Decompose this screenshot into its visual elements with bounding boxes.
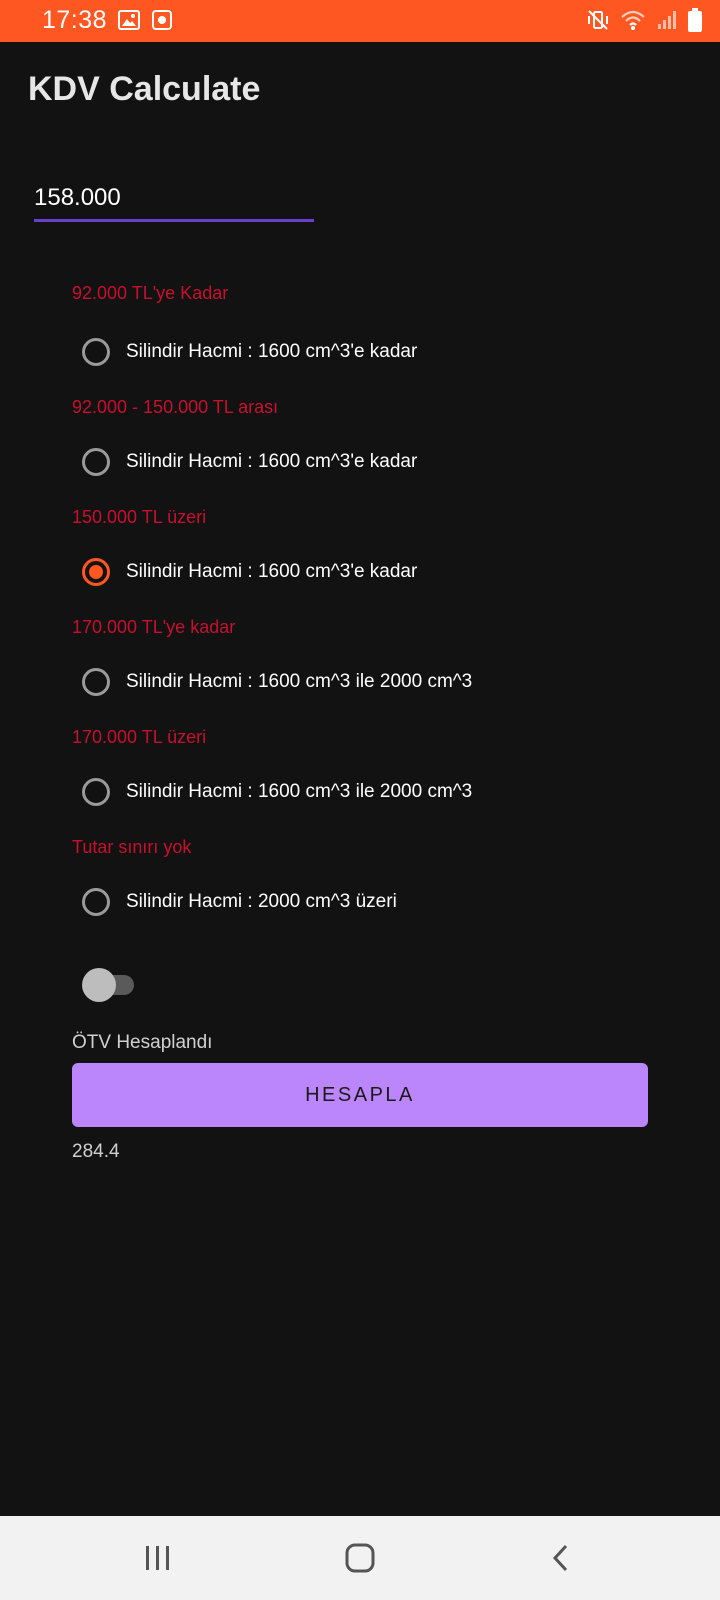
radio-button-checked[interactable] xyxy=(82,558,110,586)
group-label-4: 170.000 TL'ye kadar xyxy=(72,617,236,637)
amount-input[interactable] xyxy=(34,180,314,222)
radio-option-5[interactable]: Silindir Hacmi : 1600 cm^3 ile 2000 cm^3 xyxy=(82,774,472,810)
mute-vibrate-icon xyxy=(586,8,610,37)
radio-label: Silindir Hacmi : 1600 cm^3 ile 2000 cm^3 xyxy=(126,781,473,802)
app-screen: 17:38 KDV Calculate 158.000 92.000 TL'ye… xyxy=(0,0,720,1600)
radio-label: Silindir Hacmi : 1600 cm^3'e kadar xyxy=(126,451,418,472)
radio-option-3[interactable]: Silindir Hacmi : 1600 cm^3'e kadar xyxy=(82,554,417,590)
radio-button[interactable] xyxy=(82,778,110,806)
radio-label: Silindir Hacmi : 1600 cm^3'e kadar xyxy=(126,561,418,582)
status-bar: 17:38 xyxy=(0,0,720,42)
image-icon xyxy=(118,10,140,35)
radio-option-2[interactable]: Silindir Hacmi : 1600 cm^3'e kadar xyxy=(82,444,417,480)
status-right-icons xyxy=(586,8,702,37)
home-icon[interactable] xyxy=(340,1538,380,1578)
status-left-icons xyxy=(118,10,172,35)
radio-label: Silindir Hacmi : 1600 cm^3 ile 2000 cm^3 xyxy=(126,671,473,692)
radio-button[interactable] xyxy=(82,668,110,696)
navigation-bar xyxy=(0,1516,720,1600)
radio-button[interactable] xyxy=(82,448,110,476)
wifi-icon xyxy=(620,9,646,36)
radio-button[interactable] xyxy=(82,888,110,916)
group-label-3: 150.000 TL üzeri xyxy=(72,507,207,527)
calculate-button[interactable]: HESAPLA xyxy=(72,1063,648,1127)
switch-thumb xyxy=(82,968,116,1002)
otv-toggle-switch[interactable] xyxy=(82,968,136,1002)
radio-label: Silindir Hacmi : 2000 cm^3 üzeri xyxy=(126,891,397,912)
signal-icon xyxy=(656,9,678,36)
status-time: 17:38 xyxy=(42,6,108,34)
radio-option-1[interactable]: Silindir Hacmi : 1600 cm^3'e kadar xyxy=(82,334,417,370)
radio-button[interactable] xyxy=(82,338,110,366)
radio-label: Silindir Hacmi : 1600 cm^3'e kadar xyxy=(126,341,418,362)
battery-icon xyxy=(688,8,702,37)
radio-option-6[interactable]: Silindir Hacmi : 2000 cm^3 üzeri xyxy=(82,884,397,920)
radio-option-4[interactable]: Silindir Hacmi : 1600 cm^3 ile 2000 cm^3 xyxy=(82,664,472,700)
group-label-6: Tutar sınırı yok xyxy=(72,837,192,857)
group-label-2: 92.000 - 150.000 TL arası xyxy=(72,397,279,417)
result-text: 284.4 xyxy=(72,1141,120,1162)
back-icon[interactable] xyxy=(542,1538,582,1578)
group-label-1: 92.000 TL'ye Kadar xyxy=(72,283,229,303)
group-label-5: 170.000 TL üzeri xyxy=(72,727,207,747)
recents-icon[interactable] xyxy=(138,1538,178,1578)
app-title: KDV Calculate xyxy=(28,70,261,108)
record-icon xyxy=(152,10,172,35)
otv-switch-label: ÖTV Hesaplandı xyxy=(72,1032,213,1053)
